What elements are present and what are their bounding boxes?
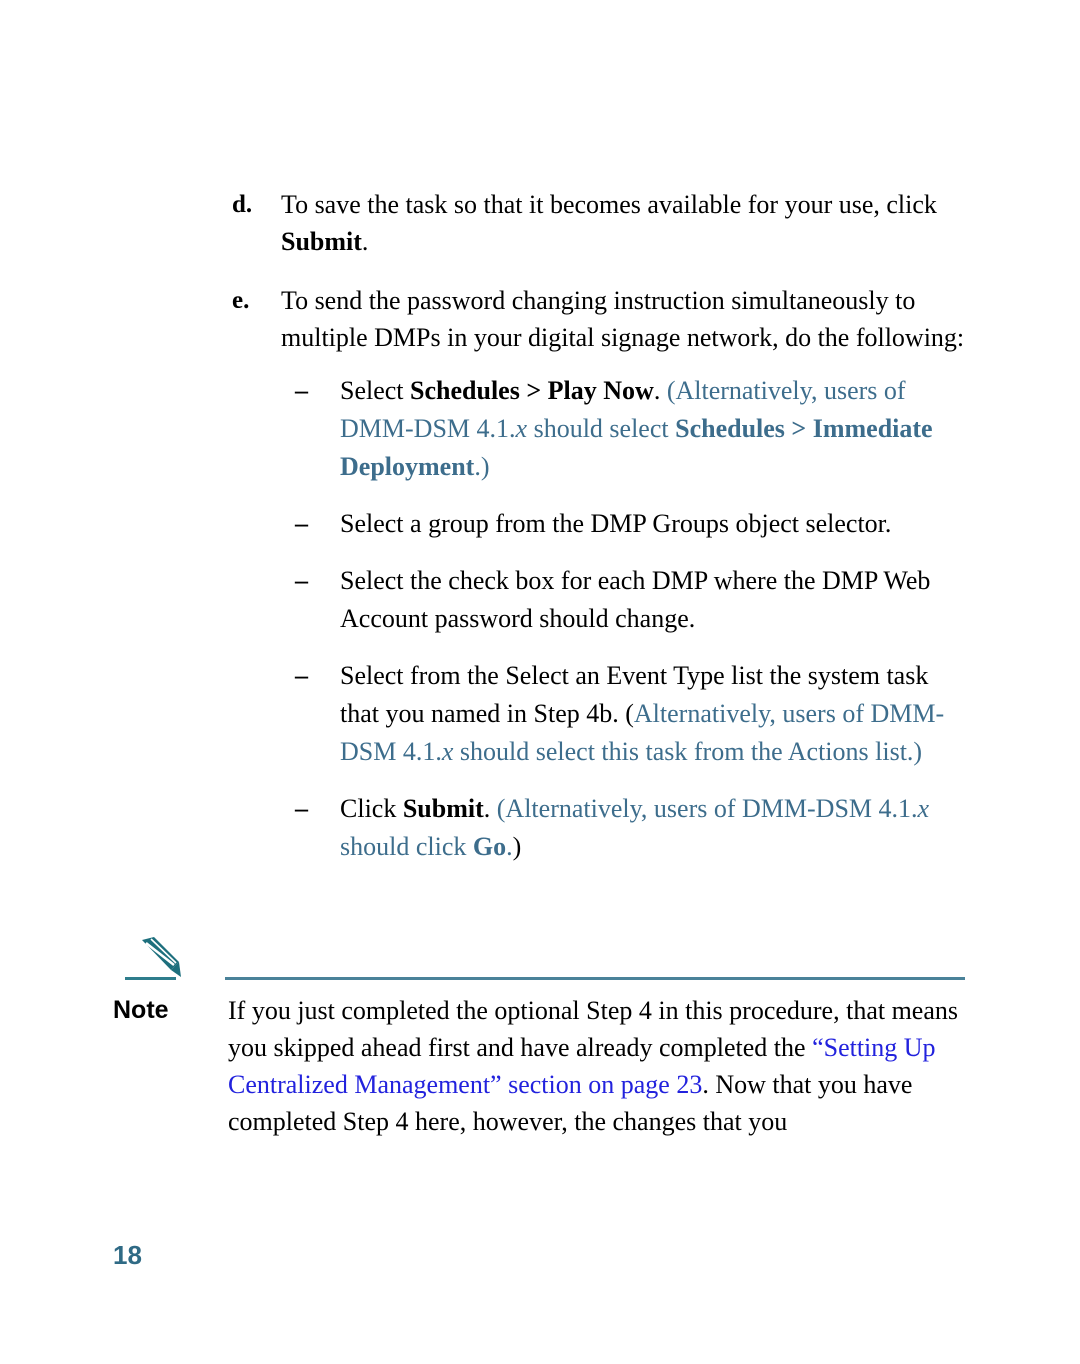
dash-icon: – [295,509,308,538]
step-d-text-after: . [361,227,369,256]
sub-bullet-text: Select Schedules > Play Now. (Alternativ… [340,372,972,486]
step-item-e: e. To send the password changing instruc… [232,282,972,885]
sub-bullet-select-event-type: – Select from the Select an Event Type l… [295,657,972,771]
note-rule-right [225,977,965,980]
text-period: . [483,794,497,823]
document-page: d. To save the task so that it becomes a… [0,0,1080,1364]
dash-icon: – [295,376,308,405]
blue-actions-list: should select this task from the Actions… [453,737,923,766]
bold-schedules-play-now: Schedules > Play Now [410,376,654,405]
blue-version-x: x [441,737,454,766]
step-marker-d: d. [232,191,253,218]
blue-version-x: x [515,414,528,443]
blue-alternatively: (Alternatively, users of DMM-DSM 4.1. [496,794,918,823]
sub-bullet-text: Select a group from the DMP Groups objec… [340,509,892,538]
sub-bullet-select-group-dmp-groups: – Select a group from the DMP Groups obj… [295,505,972,543]
dash-icon: – [295,794,308,823]
note-text: If you just completed the optional Step … [228,992,973,1140]
step-marker-e: e. [232,287,250,314]
step-list: d. To save the task so that it becomes a… [232,186,972,907]
step-body-e: To send the password changing instructio… [281,282,972,885]
blue-bold-go: Go [472,832,507,861]
text-close-paren: ) [512,832,522,861]
page-number: 18 [113,1240,142,1270]
step-d-bold-submit: Submit [281,227,362,256]
sub-bullet-select-check-box: – Select the check box for each DMP wher… [295,562,972,638]
blue-version-x: x [917,794,930,823]
step-d-text-before: To save the task so that it becomes avai… [281,190,937,219]
sub-bullet-list: – Select Schedules > Play Now. (Alternat… [295,372,972,866]
step-e-text: To send the password changing instructio… [281,286,965,352]
note-rule-left [125,977,176,980]
blue-close-paren: .) [474,452,490,481]
blue-should-select: should select [527,414,676,443]
note-label: Note [113,996,169,1024]
text-click: Click [340,794,403,823]
step-body-d: To save the task so that it becomes avai… [281,186,972,260]
sub-bullet-select-schedules-play-now: – Select Schedules > Play Now. (Alternat… [295,372,972,486]
step-item-d: d. To save the task so that it becomes a… [232,186,972,260]
sub-bullet-text: Select the check box for each DMP where … [340,566,931,633]
text-period: . [653,376,667,405]
dash-icon: – [295,566,308,595]
dash-icon: – [295,661,308,690]
sub-bullet-text: Click Submit. (Alternatively, users of D… [340,790,972,866]
sub-bullet-click-submit: – Click Submit. (Alternatively, users of… [295,790,972,866]
note-icon-row [113,937,973,980]
sub-bullet-text: Select from the Select an Event Type lis… [340,657,972,771]
blue-should-click: should click [340,832,473,861]
note-row: Note If you just completed the optional … [113,992,973,1140]
note-block: Note If you just completed the optional … [113,937,973,1140]
bold-submit: Submit [402,794,484,823]
text-select: Select [340,376,411,405]
